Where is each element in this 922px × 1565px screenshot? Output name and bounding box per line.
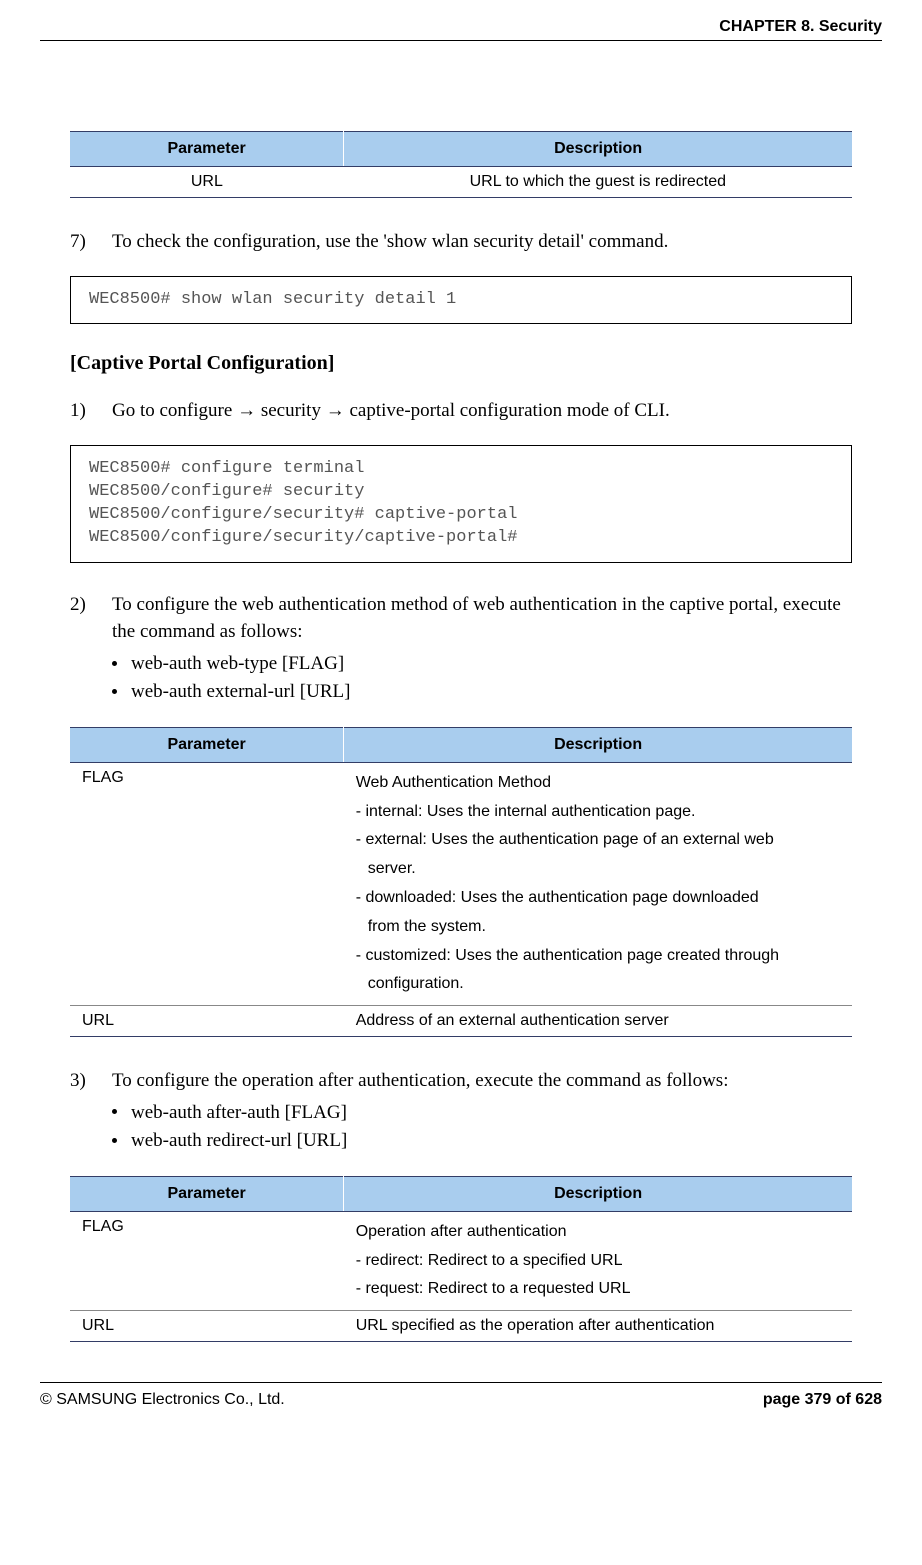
th-description: Description: [344, 1176, 852, 1211]
step-text: To check the configuration, use the 'sho…: [112, 228, 852, 256]
section-heading-captive-portal: [Captive Portal Configuration]: [70, 352, 852, 375]
cell-desc: Operation after authentication - redirec…: [344, 1211, 852, 1310]
step-number: 2): [70, 591, 112, 707]
table-row: URL URL specified as the operation after…: [70, 1311, 852, 1342]
cell-desc: URL specified as the operation after aut…: [344, 1311, 852, 1342]
table-url-redirect: Parameter Description URL URL to which t…: [70, 131, 852, 198]
cp-step-2: 2) To configure the web authentication m…: [70, 591, 852, 707]
cell-param: URL: [70, 1311, 344, 1342]
code-block-show-wlan: WEC8500# show wlan security detail 1: [70, 276, 852, 325]
step-number: 7): [70, 228, 112, 256]
bullet-item: web-auth web-type [FLAG]: [112, 650, 852, 679]
desc-line: - redirect: Redirect to a specified URL: [356, 1252, 623, 1269]
desc-line: from the system.: [368, 918, 486, 935]
cp-step-1: 1) Go to configure → security → captive-…: [70, 397, 852, 425]
cell-param: URL: [70, 167, 344, 198]
step-text: To configure the operation after authent…: [112, 1070, 728, 1091]
desc-line: Operation after authentication: [356, 1223, 567, 1240]
bullet-item: web-auth external-url [URL]: [112, 678, 852, 707]
table-web-auth-method: Parameter Description FLAG Web Authentic…: [70, 727, 852, 1037]
cell-desc: Address of an external authentication se…: [344, 1006, 852, 1037]
desc-line: - external: Uses the authentication page…: [356, 831, 774, 848]
cell-param: FLAG: [70, 762, 344, 1005]
th-parameter: Parameter: [70, 727, 344, 762]
desc-line: - downloaded: Uses the authentication pa…: [356, 889, 759, 906]
table-row: FLAG Operation after authentication - re…: [70, 1211, 852, 1310]
desc-line: - internal: Uses the internal authentica…: [356, 803, 696, 820]
text-segment: Go to configure: [112, 400, 237, 421]
desc-line: server.: [368, 860, 416, 877]
th-description: Description: [344, 132, 852, 167]
step-text: Go to configure → security → captive-por…: [112, 397, 852, 425]
step-number: 1): [70, 397, 112, 425]
table-after-auth: Parameter Description FLAG Operation aft…: [70, 1176, 852, 1342]
page-footer: © SAMSUNG Electronics Co., Ltd. page 379…: [40, 1382, 882, 1409]
arrow-icon: →: [237, 400, 256, 421]
desc-line: Web Authentication Method: [356, 774, 551, 791]
arrow-icon: →: [326, 400, 345, 421]
table-row: URL Address of an external authenticatio…: [70, 1006, 852, 1037]
code-block-configure: WEC8500# configure terminal WEC8500/conf…: [70, 445, 852, 563]
bullet-item: web-auth redirect-url [URL]: [112, 1127, 852, 1156]
desc-line: configuration.: [368, 975, 464, 992]
desc-line: - customized: Uses the authentication pa…: [356, 947, 779, 964]
text-segment: security: [256, 400, 326, 421]
step-number: 3): [70, 1067, 112, 1156]
th-parameter: Parameter: [70, 1176, 344, 1211]
step-text: To configure the web authentication meth…: [112, 594, 841, 643]
table-row: FLAG Web Authentication Method - interna…: [70, 762, 852, 1005]
desc-line: - request: Redirect to a requested URL: [356, 1280, 631, 1297]
step-7: 7) To check the configuration, use the '…: [70, 228, 852, 256]
table-row: URL URL to which the guest is redirected: [70, 167, 852, 198]
cell-desc: Web Authentication Method - internal: Us…: [344, 762, 852, 1005]
th-description: Description: [344, 727, 852, 762]
chapter-header: CHAPTER 8. Security: [40, 18, 882, 41]
cell-param: FLAG: [70, 1211, 344, 1310]
cell-param: URL: [70, 1006, 344, 1037]
copyright-text: © SAMSUNG Electronics Co., Ltd.: [40, 1391, 285, 1409]
cp-step-3: 3) To configure the operation after auth…: [70, 1067, 852, 1156]
text-segment: captive-portal configuration mode of CLI…: [345, 400, 670, 421]
th-parameter: Parameter: [70, 132, 344, 167]
cell-desc: URL to which the guest is redirected: [344, 167, 852, 198]
page-number: page 379 of 628: [763, 1391, 882, 1409]
bullet-item: web-auth after-auth [FLAG]: [112, 1099, 852, 1128]
